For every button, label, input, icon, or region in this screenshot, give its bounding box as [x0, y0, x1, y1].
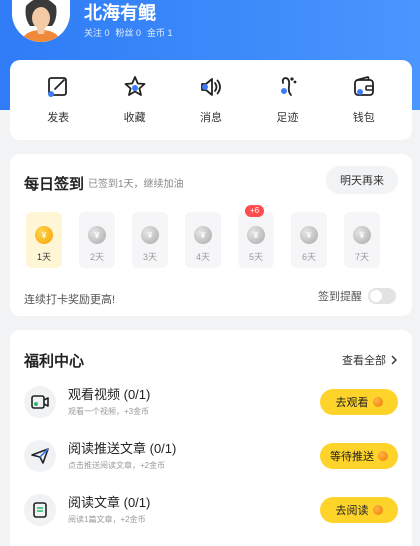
day-label: 4天: [195, 252, 210, 262]
checkin-title: 每日签到: [24, 176, 85, 193]
watch-video-button[interactable]: 去观看: [320, 389, 398, 415]
profile-header: 北海有鲲 关注 0 粉丝 0 金币 1: [12, 0, 173, 48]
checkin-subtitle: 已签到1天，继续加油: [88, 179, 184, 190]
quick-action-label: 钱包: [352, 112, 375, 124]
day-label: 3天: [142, 252, 157, 262]
checkin-day-4[interactable]: ¥ 4天: [185, 212, 221, 268]
quick-action-favorites[interactable]: 收藏: [105, 60, 165, 140]
coin-icon: ¥: [300, 226, 318, 244]
streak-reward-text: 连续打卡奖励更高!: [24, 294, 116, 306]
day-label: 2天: [89, 252, 104, 262]
footprint-icon: [281, 77, 297, 96]
avatar-illustration-icon: [12, 0, 70, 42]
coin-count[interactable]: 金币 1: [147, 26, 173, 39]
task-button-label: 去观看: [335, 397, 369, 409]
fans-count[interactable]: 粉丝 0: [116, 26, 142, 39]
task-watch-video: 观看视频 (0/1) 观看一个视频，+3金币 去观看: [24, 382, 398, 422]
task-description: 点击推送阅读文章，+2金币: [68, 461, 166, 470]
view-all-link[interactable]: 查看全部: [342, 352, 398, 368]
quick-action-publish[interactable]: 发表: [28, 60, 88, 140]
coin-icon: ¥: [35, 226, 53, 244]
day-label: 5天: [248, 252, 263, 262]
checkin-day-7[interactable]: ¥ 7天: [344, 212, 380, 268]
coin-icon: ¥: [353, 226, 371, 244]
checkin-day-6[interactable]: ¥ 6天: [291, 212, 327, 268]
checkin-day-2[interactable]: ¥ 2天: [79, 212, 115, 268]
checkin-day-3[interactable]: ¥ 3天: [132, 212, 168, 268]
quick-action-messages[interactable]: 消息: [181, 60, 241, 140]
checkin-days: ¥ 1天 ¥ 2天 ¥ 3天 ¥ 4天 +6 ¥ 5天 ¥ 6天 ¥ 7天: [26, 205, 380, 268]
coin-icon: ¥: [194, 226, 212, 244]
task-button-label: 去阅读: [335, 505, 369, 517]
day-label: 6天: [301, 252, 316, 262]
quick-action-label: 收藏: [123, 112, 146, 124]
task-title: 观看视频 (0/1): [68, 387, 151, 402]
quick-action-wallet[interactable]: 钱包: [334, 60, 394, 140]
task-read-article: 阅读文章 (0/1) 阅读1篇文章，+2金币 去阅读: [24, 490, 398, 530]
send-icon: [24, 440, 56, 472]
following-count[interactable]: 关注 0: [84, 26, 110, 39]
quick-action-label: 足迹: [276, 112, 299, 124]
bonus-badge: +6: [245, 205, 265, 217]
quick-action-label: 消息: [199, 112, 222, 124]
edit-icon: [48, 77, 68, 97]
checkin-day-5[interactable]: +6 ¥ 5天: [238, 205, 274, 268]
daily-checkin-card: 每日签到 已签到1天，继续加油 明天再来 ¥ 1天 ¥ 2天 ¥ 3天 ¥ 4天…: [10, 154, 412, 316]
coin-icon: ¥: [247, 226, 265, 244]
welfare-title: 福利中心: [24, 353, 85, 370]
coin-icon: ¥: [141, 226, 159, 244]
day-label: 1天: [36, 252, 51, 262]
task-description: 观看一个视频，+3金币: [68, 407, 150, 416]
quick-action-footprints[interactable]: 足迹: [257, 60, 317, 140]
speaker-icon: [201, 78, 221, 96]
chevron-right-icon: [391, 355, 397, 365]
welfare-center-card: 福利中心 查看全部 观看视频 (0/1) 观看一个视频，+3金币 去观看 阅读推…: [10, 330, 412, 546]
reminder-label: 签到提醒: [318, 291, 362, 303]
star-icon: [124, 76, 145, 96]
coin-icon: ¥: [88, 226, 106, 244]
task-description: 阅读1篇文章，+2金币: [68, 515, 146, 524]
task-button-label: 等待推送: [330, 451, 374, 463]
coin-icon: [372, 397, 383, 407]
checkin-day-1[interactable]: ¥ 1天: [26, 212, 62, 268]
view-all-label: 查看全部: [342, 355, 386, 367]
username: 北海有鲲: [84, 3, 156, 23]
coin-icon: [372, 505, 383, 515]
read-article-button[interactable]: 去阅读: [320, 497, 398, 523]
day-label: 7天: [354, 252, 369, 262]
wallet-icon: [353, 76, 374, 96]
coin-icon: [378, 451, 388, 461]
checkin-reminder: 签到提醒: [318, 288, 396, 304]
avatar[interactable]: [12, 0, 70, 42]
article-icon: [24, 494, 56, 526]
reminder-toggle[interactable]: [368, 288, 396, 304]
task-title: 阅读文章 (0/1): [68, 495, 151, 510]
task-title: 阅读推送文章 (0/1): [68, 441, 177, 456]
wait-push-button[interactable]: 等待推送: [320, 443, 398, 469]
quick-action-label: 发表: [47, 112, 70, 124]
video-icon: [24, 386, 56, 418]
task-read-pushed-article: 阅读推送文章 (0/1) 点击推送阅读文章，+2金币 等待推送: [24, 436, 398, 476]
quick-actions-card: 发表 收藏 消息 足迹 钱包: [10, 60, 412, 140]
come-back-tomorrow-button[interactable]: 明天再来: [326, 166, 398, 194]
